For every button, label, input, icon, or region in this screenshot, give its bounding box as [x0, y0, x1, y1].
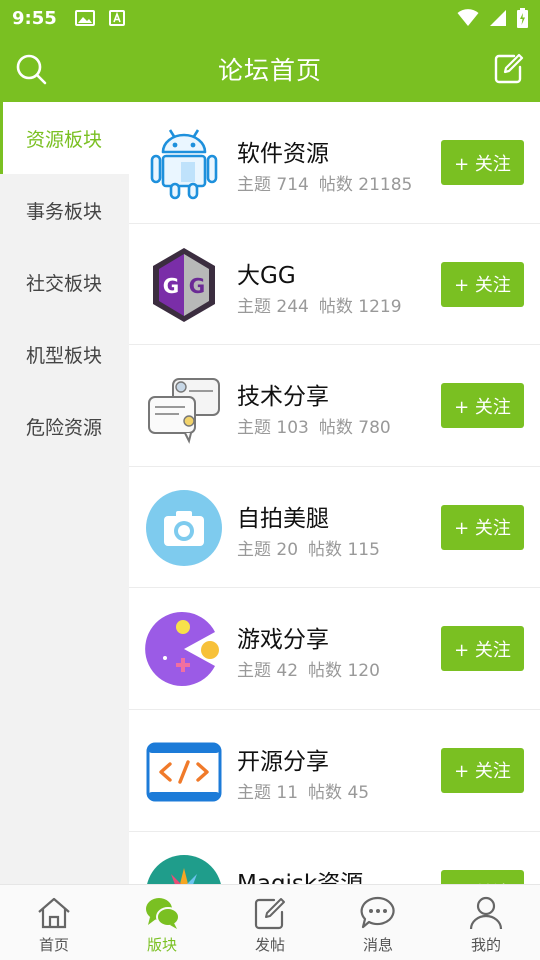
forum-name: Magisk资源 — [237, 870, 364, 884]
topic-count: 主题 103 — [237, 418, 309, 439]
follow-button[interactable]: + 关注 — [441, 140, 524, 185]
android-robot-icon — [150, 129, 218, 200]
forum-row[interactable]: 开源分享 主题 11 帖数 45 + 关注 — [129, 710, 540, 832]
nav-post[interactable]: 发帖 — [216, 885, 324, 960]
forum-name: 软件资源 — [237, 141, 329, 167]
compose-icon[interactable] — [494, 52, 524, 84]
sidebar-item-social[interactable]: 社交板块 — [0, 246, 129, 318]
sidebar-item-device-models[interactable]: 机型板块 — [0, 318, 129, 390]
nav-home[interactable]: 首页 — [0, 885, 108, 960]
nav-label: 消息 — [362, 936, 393, 954]
home-icon — [38, 897, 70, 929]
battery-icon — [517, 8, 528, 28]
post-count: 帖数 1219 — [318, 296, 402, 317]
nav-boards[interactable]: 版块 — [108, 885, 216, 960]
compose-icon — [254, 898, 285, 930]
follow-button[interactable]: + 关注 — [441, 261, 524, 307]
topic-count: 主题 11 — [237, 782, 299, 803]
post-count: 帖数 45 — [308, 782, 370, 803]
forum-name: 游戏分享 — [237, 627, 329, 654]
nav-label: 发帖 — [254, 936, 285, 954]
topic-count: 主题 42 — [237, 661, 299, 682]
forum-list: 软件资源 主题 714 帖数 21185 + 关注 G G 大GG 主题 244 帖… — [129, 102, 540, 884]
svg-text:G: G — [189, 274, 205, 298]
text-notification-icon — [108, 10, 125, 26]
chat-bubbles-icon — [146, 898, 180, 929]
message-icon — [360, 896, 395, 929]
forum-row[interactable]: Magisk资源 + 关注 — [129, 832, 540, 884]
camera-icon — [146, 489, 222, 566]
nav-label: 首页 — [38, 936, 69, 954]
forum-stats: 主题 714 帖数 21185 — [237, 170, 412, 195]
topic-count: 主题 20 — [237, 539, 299, 560]
chat-bubbles-icon — [148, 378, 220, 445]
wifi-icon — [457, 9, 479, 26]
category-sidebar: 资源板块 事务板块 社交板块 机型板块 危险资源 — [0, 102, 129, 884]
post-count: 帖数 115 — [308, 539, 380, 560]
nav-label: 我的 — [470, 936, 501, 954]
post-count: 帖数 120 — [308, 661, 380, 682]
forum-stats: 主题 103 帖数 780 — [237, 413, 391, 438]
post-count: 帖数 780 — [318, 418, 391, 439]
bottom-nav: 首页 版块 发帖 消息 我的 — [0, 884, 540, 960]
status-time: 9:55 — [12, 7, 57, 29]
forum-stats: 主题 20 帖数 115 — [237, 535, 380, 560]
topic-count: 主题 714 — [237, 175, 309, 195]
svg-text:G: G — [163, 274, 179, 298]
status-bar: 9:55 — [0, 0, 540, 36]
topic-count: 主题 244 — [237, 296, 309, 317]
nav-profile[interactable]: 我的 — [432, 885, 540, 960]
forum-row[interactable]: 技术分享 主题 103 帖数 780 + 关注 — [129, 345, 540, 467]
forum-row[interactable]: G G 大GG 主题 244 帖数 1219 + 关注 — [129, 224, 540, 346]
gameguardian-icon: G G — [153, 247, 215, 322]
sidebar-item-dangerous-resources[interactable]: 危险资源 — [0, 390, 129, 462]
nav-label: 版块 — [146, 936, 177, 954]
forum-stats: 主题 244 帖数 1219 — [237, 292, 402, 317]
follow-button[interactable]: + 关注 — [441, 747, 524, 793]
forum-row[interactable]: 游戏分享 主题 42 帖数 120 + 关注 — [129, 588, 540, 710]
forum-row[interactable]: 软件资源 主题 714 帖数 21185 + 关注 — [129, 102, 540, 224]
image-notification-icon — [74, 10, 95, 26]
forum-stats: 主题 42 帖数 120 — [237, 656, 380, 681]
forum-name: 开源分享 — [237, 748, 329, 775]
nav-messages[interactable]: 消息 — [324, 885, 432, 960]
follow-button[interactable]: + 关注 — [441, 383, 524, 429]
forum-row[interactable]: 自拍美腿 主题 20 帖数 115 + 关注 — [129, 467, 540, 589]
search-icon[interactable] — [14, 52, 48, 86]
profile-icon — [469, 896, 503, 930]
forum-name: 大GG — [237, 262, 296, 289]
magisk-icon — [146, 854, 222, 884]
signal-icon — [490, 10, 506, 26]
sidebar-item-resources[interactable]: 资源板块 — [0, 102, 129, 174]
post-count: 帖数 21185 — [318, 175, 413, 195]
sidebar-item-affairs[interactable]: 事务板块 — [0, 174, 129, 246]
forum-stats: 主题 11 帖数 45 — [237, 778, 369, 803]
game-pacman-icon — [145, 612, 219, 687]
forum-name: 技术分享 — [237, 384, 329, 411]
forum-name: 自拍美腿 — [237, 505, 329, 532]
follow-button[interactable]: + 关注 — [441, 869, 524, 884]
follow-button[interactable]: + 关注 — [441, 504, 524, 550]
follow-button[interactable]: + 关注 — [441, 626, 524, 672]
code-brackets-icon — [146, 742, 222, 802]
page-title: 论坛首页 — [217, 56, 322, 85]
app-header: 论坛首页 — [0, 36, 540, 102]
